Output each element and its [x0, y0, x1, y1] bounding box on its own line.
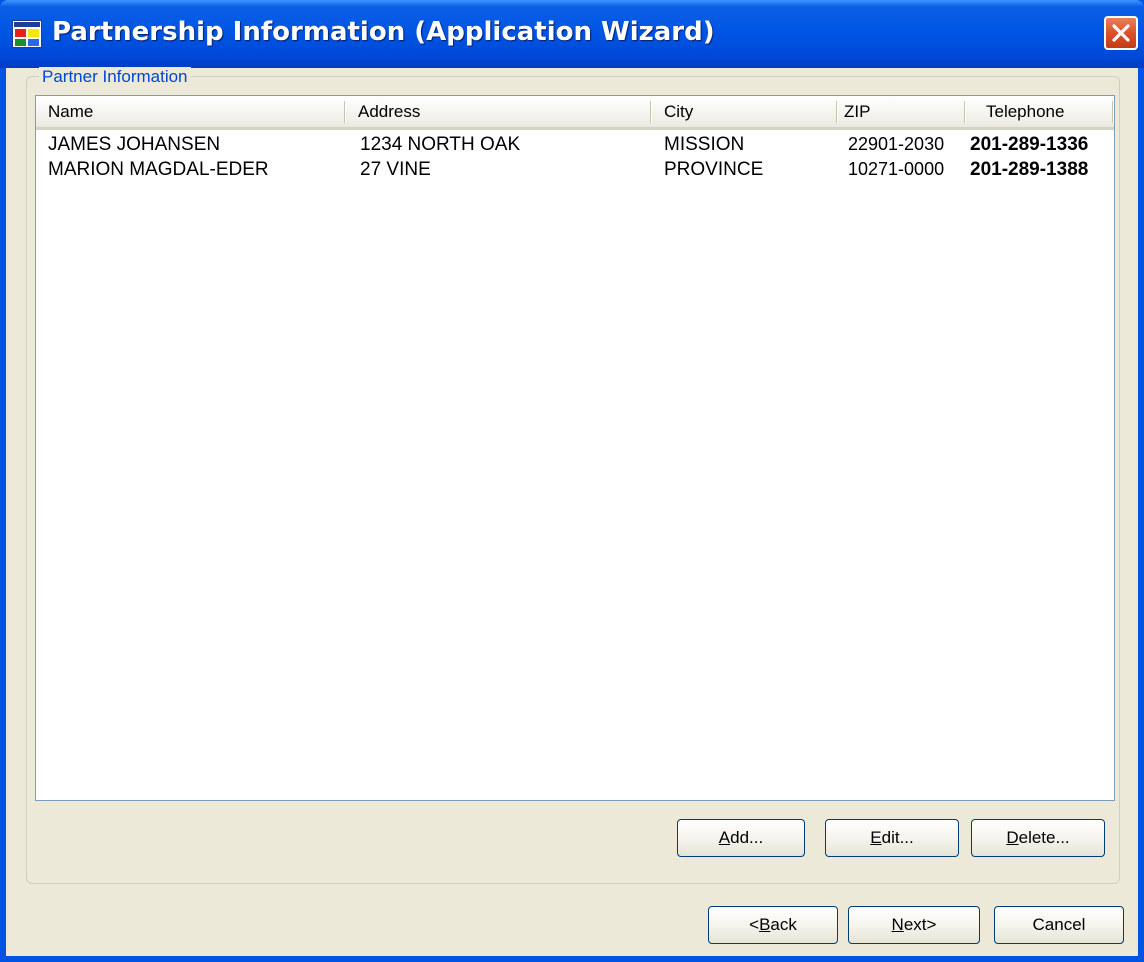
title-bar[interactable]: Partnership Information (Application Wiz… [0, 0, 1144, 68]
cell-zip: 10271-0000 [848, 159, 945, 179]
table-row[interactable]: MARION MAGDAL-EDER 27 VINE PROVINCE 1027… [36, 157, 1114, 182]
back-mnemonic: B [759, 915, 771, 934]
table-row[interactable]: JAMES JOHANSEN 1234 NORTH OAK MISSION 22… [36, 132, 1114, 157]
partner-information-group: Partner Information Name Address City ZI… [26, 67, 1120, 884]
close-button[interactable] [1104, 16, 1138, 50]
cell-address: 1234 NORTH OAK [360, 134, 521, 155]
cancel-button[interactable]: Cancel [994, 906, 1124, 944]
list-header: Name Address City ZIP Telephone [36, 96, 1114, 130]
cell-address: 27 VINE [360, 159, 431, 180]
dialog-window: Partnership Information (Application Wiz… [0, 0, 1144, 962]
group-label: Partner Information [39, 67, 191, 87]
edit-label-rest: dit... [881, 828, 914, 847]
column-separator[interactable] [1112, 101, 1113, 123]
back-label-rest: ack [770, 915, 797, 934]
add-mnemonic: A [718, 828, 731, 847]
next-mnemonic: N [891, 915, 904, 934]
add-label-rest: dd... [730, 828, 764, 847]
column-header-name[interactable]: Name [36, 96, 344, 127]
column-header-city[interactable]: City [652, 96, 836, 127]
column-separator[interactable] [344, 101, 345, 123]
next-label-rest: ext> [903, 915, 937, 934]
column-separator[interactable] [964, 101, 965, 123]
cell-city: PROVINCE [664, 159, 764, 180]
cell-name: JAMES JOHANSEN [48, 134, 221, 155]
list-body: JAMES JOHANSEN 1234 NORTH OAK MISSION 22… [36, 132, 1114, 182]
cell-telephone: 201-289-1336 [970, 134, 1089, 155]
next-button[interactable]: Next> [848, 906, 980, 944]
application-window-icon [11, 19, 43, 49]
delete-label-rest: elete... [1018, 828, 1070, 847]
dialog-client-area: Partner Information Name Address City ZI… [6, 67, 1138, 956]
window-title: Partnership Information (Application Wiz… [52, 17, 715, 47]
column-header-telephone[interactable]: Telephone [966, 96, 1114, 127]
edit-button[interactable]: Edit... [825, 819, 959, 857]
delete-mnemonic: D [1006, 828, 1019, 847]
edit-mnemonic: E [870, 828, 882, 847]
column-separator[interactable] [650, 101, 651, 123]
partner-list[interactable]: Name Address City ZIP Telephone JAMES JO… [35, 95, 1115, 801]
cancel-label: Cancel [1032, 915, 1086, 934]
cell-zip: 22901-2030 [848, 134, 945, 154]
cell-name: MARION MAGDAL-EDER [48, 159, 269, 180]
column-header-zip[interactable]: ZIP [836, 96, 964, 127]
cell-city: MISSION [664, 134, 745, 155]
add-button[interactable]: Add... [677, 819, 805, 857]
delete-button[interactable]: Delete... [971, 819, 1105, 857]
back-prefix: < [749, 915, 760, 934]
column-header-address[interactable]: Address [346, 96, 650, 127]
back-button[interactable]: <Back [708, 906, 838, 944]
cell-telephone: 201-289-1388 [970, 159, 1089, 180]
